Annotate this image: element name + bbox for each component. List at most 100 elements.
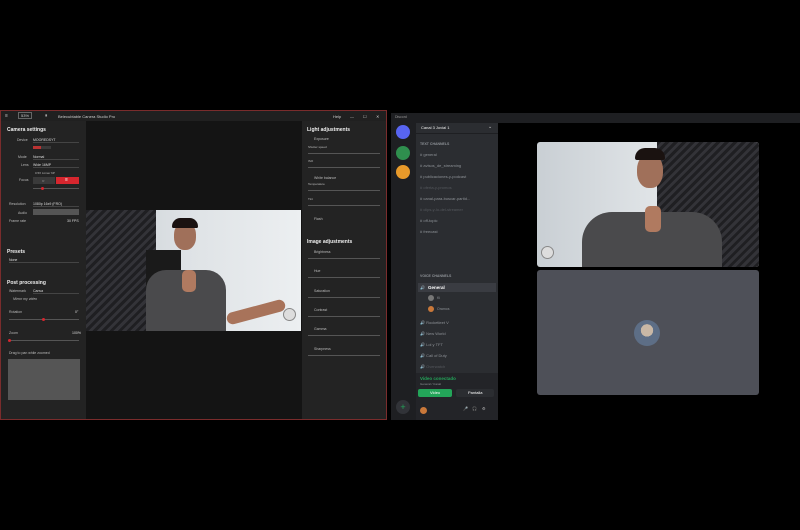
shutter-slider[interactable] [308,153,380,154]
preview-area [86,121,302,419]
rotation-slider-knob[interactable] [42,318,45,321]
channel-item[interactable]: # off-topic [420,218,438,223]
tint-slider[interactable] [308,205,380,206]
close-icon[interactable]: ✕ [376,114,379,119]
voice-channel-name: Lol y TFT [426,342,443,347]
app-title: Belecubtable Canera Studio Pro [58,114,116,119]
chevron-down-icon[interactable]: ⌄ [488,124,492,130]
help-link[interactable]: Help [333,114,341,119]
channel-item[interactable]: # canal-para-buscar-partid... [420,196,470,201]
channel-item[interactable]: # oferta-y-promos [420,185,452,190]
voice-channel-item[interactable]: 🔊 New World [420,331,446,336]
watermark-logo [283,308,296,321]
temperature-label: Temperature [308,182,325,186]
focus-slider[interactable] [33,188,79,189]
channel-item[interactable]: # clips-y-lo-del-streamer [420,207,463,212]
voice-status-text[interactable]: Video conectado [420,376,456,381]
hamburger-icon[interactable]: ≡ [5,113,8,119]
camera-app-window: ≡ 53% ⏸ Belecubtable Canera Studio Pro H… [0,110,387,420]
chat-app-window: Discord + Canal 3 Jovial 1 ⌄ TEXT CHANNE… [391,113,800,420]
voice-user-name[interactable]: Oramos [437,307,449,311]
voice-user-name[interactable]: Ki [437,296,440,300]
brightness-slider[interactable] [308,258,380,259]
channel-item[interactable]: # general [420,152,437,157]
zoom-slider-knob[interactable] [8,339,11,342]
focus-auto-button[interactable]: ○ [33,177,55,184]
resolution-label: Resolution [9,202,26,206]
server-name: Canal 3 Jovial 1 [421,125,450,130]
thumbs-up-hand [182,270,196,292]
saturation-slider[interactable] [308,297,380,298]
avatar[interactable] [420,407,427,414]
voice-channel-item[interactable]: 🔊 Call of Duty [420,353,447,358]
maximize-icon[interactable]: ☐ [363,114,367,119]
flash-label[interactable]: Flash [314,217,323,221]
camera-settings-title: Camera settings [7,127,46,133]
audio-select[interactable] [33,209,79,215]
channel-item[interactable]: # avisos_de_streaming [420,163,461,168]
voice-channel-active[interactable]: 🔊 General [418,283,496,292]
speaker-icon: 🔊 [420,285,425,290]
person-hair [635,148,665,160]
temperature-slider[interactable] [308,190,380,191]
contrast-slider[interactable] [308,316,380,317]
watermark-select[interactable]: Canva [33,289,79,294]
avatar[interactable] [428,306,434,312]
participant-video-tile[interactable] [537,142,759,267]
channel-list: Canal 3 Jovial 1 ⌄ TEXT CHANNELS # gener… [416,123,498,420]
pan-preview-area[interactable] [8,359,80,400]
iso-slider[interactable] [308,167,380,168]
voice-channel-item[interactable]: 🔊 Rocketleet V [420,320,449,325]
gear-icon[interactable]: ⚙ [482,406,486,411]
person-hair [172,218,198,228]
server-header[interactable]: Canal 3 Jovial 1 ⌄ [416,123,498,134]
pause-icon[interactable]: ⏸ [45,113,48,119]
sharpness-slider[interactable] [308,355,380,356]
headphones-icon[interactable]: 🎧 [472,406,477,411]
screen-share-label: Pantalla [468,390,483,395]
voice-channel-item[interactable]: 🔊 Lol y TFT [420,342,443,347]
text-channels-header[interactable]: TEXT CHANNELS [420,142,449,146]
voice-channel-item[interactable]: 🔊 Overwatch [420,364,445,369]
screen-share-button[interactable]: Pantalla [456,389,494,397]
voice-status-sub: General / Canal [420,382,442,386]
right-adjustments-panel: Light adjustments Exposure Shutter speed… [302,121,386,419]
avatar[interactable] [428,295,434,301]
plus-icon[interactable]: + [396,400,410,414]
thumbs-up-hand [645,206,661,232]
camera-preview-video [86,210,301,331]
participant-avatar-tile[interactable] [537,270,759,395]
audio-label: Audio [18,211,27,215]
focus-slider-knob[interactable] [41,187,44,190]
lens-select[interactable]: Wide 16MP [33,163,79,168]
zoom-slider[interactable] [9,340,79,341]
zoom-label: Zoom [9,331,18,335]
channel-item[interactable]: # freecast [420,229,438,234]
server-icon-2[interactable] [396,165,410,179]
gamma-slider[interactable] [308,335,380,336]
focus-manual-button[interactable]: ≡ [56,177,79,184]
microphone-icon[interactable]: 🎤 [463,406,468,411]
zoom-select[interactable]: 53% [18,112,33,119]
discord-logo-icon[interactable] [396,125,410,139]
minimize-icon[interactable]: — [350,114,354,119]
sharpness-label: Sharpness [314,347,331,351]
contrast-label: Contrast [314,308,328,312]
server-icon-1[interactable] [396,146,410,160]
channel-name: publicaciones-y-podcast [423,174,467,179]
mode-select[interactable]: Normal [33,155,79,160]
rotation-label: Rotation [9,310,23,314]
presets-title: Presets [7,249,26,255]
voice-channels-header[interactable]: VOICE CHANNELS [420,274,451,278]
frame-rate-value[interactable]: 30 FPS [67,219,79,223]
frame-rate-label: Frame rate [9,219,27,223]
voice-channel-name: Overwatch [426,364,446,369]
lens-label: Lens [21,163,29,167]
resolution-select[interactable]: 1080p 16x9 (FRO) [33,202,79,207]
device-select[interactable]: MOOREDSYT [33,138,79,143]
mirror-label[interactable]: Mirror my video [13,297,37,301]
channel-item[interactable]: # publicaciones-y-podcast [420,174,466,179]
video-button[interactable]: Video [418,389,452,397]
presets-select[interactable]: None [9,258,79,263]
hue-slider[interactable] [308,277,380,278]
